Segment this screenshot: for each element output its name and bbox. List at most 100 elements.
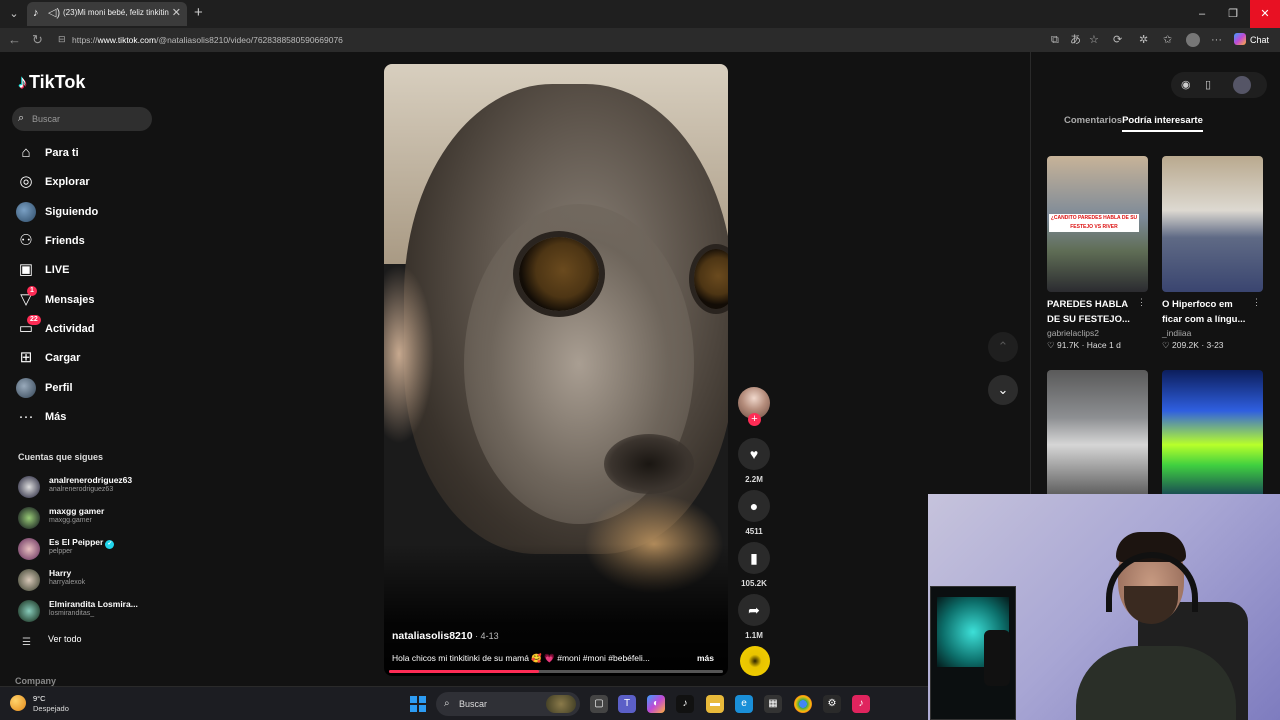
like-button[interactable]: ♥ 2.2M	[738, 438, 770, 484]
tiktok-favicon-icon: ♪	[33, 7, 39, 19]
phone-icon[interactable]: ▯	[1205, 77, 1211, 93]
share-count: 1.1M	[745, 631, 763, 640]
card-more-icon[interactable]: ⋮	[1137, 297, 1146, 308]
previous-video-chevron-up-icon[interactable]: ⌃	[988, 332, 1018, 362]
favorite-star-icon[interactable]: ☆	[1089, 33, 1099, 47]
microsoft-store-icon[interactable]: ▦	[764, 695, 782, 713]
speaker-icon[interactable]: ◁)	[48, 7, 60, 19]
tiktok-logo[interactable]: ♪ TikTok	[18, 72, 85, 94]
next-video-chevron-down-icon[interactable]: ⌄	[988, 375, 1018, 405]
card-stats: ♡ 91.7K · Hace 1 d	[1047, 340, 1121, 350]
taskbar-search-input[interactable]: ⌕ Buscar	[436, 692, 580, 716]
share-button[interactable]: ➦ 1.1M	[738, 594, 770, 640]
share-arrow-icon: ➦	[738, 594, 770, 626]
open-in-app-icon[interactable]: ⧉	[1051, 33, 1059, 47]
browser-tab[interactable]: ♪ ◁) (23)Mi moni bebé, feliz tinkitinki …	[27, 2, 187, 26]
avatar	[18, 538, 40, 560]
music-disc-icon[interactable]	[740, 646, 770, 676]
profile-avatar-icon[interactable]	[1186, 33, 1200, 47]
video-date: · 4-13	[472, 631, 499, 641]
panel-toolbar: ◉ ▯	[1171, 72, 1267, 98]
upload-plus-icon: ⊞	[19, 349, 33, 366]
nav-live[interactable]: ▣ LIVE	[16, 258, 156, 282]
compass-icon: ◎	[19, 173, 33, 190]
video-thumbnail	[1162, 156, 1263, 292]
copilot-chat-button[interactable]: Chat	[1234, 31, 1269, 49]
chrome-icon[interactable]	[794, 695, 812, 713]
nav-messages[interactable]: ▽ 1 Mensajes	[16, 286, 156, 312]
recommended-video-card[interactable]: O Hiperfoco em ficar com a língu... ⋮ _i…	[1162, 156, 1263, 351]
compass-icon[interactable]: ◉	[1181, 77, 1191, 93]
company-link[interactable]: Company	[15, 676, 56, 686]
tab-close-icon[interactable]: ✕	[172, 7, 181, 19]
weather-condition: Despejado	[33, 704, 69, 713]
tab-comments[interactable]: Comentarios	[1064, 115, 1122, 130]
url-field[interactable]: ⊟ https://www.tiktok.com/@nataliasolis82…	[56, 31, 1056, 49]
bookmark-icon: ▮	[738, 542, 770, 574]
tiktok-app-icon[interactable]: ♪	[676, 695, 694, 713]
nav-friends[interactable]: ⚇ Friends	[16, 229, 156, 253]
minimize-button[interactable]: –	[1187, 0, 1217, 28]
nav-activity[interactable]: ▭ 22 Actividad	[16, 315, 156, 341]
card-stats: ♡ 209.2K · 3-23	[1162, 340, 1224, 350]
follow-plus-icon[interactable]: +	[748, 413, 761, 426]
maximize-button[interactable]: ❐	[1218, 0, 1248, 28]
tab-recommended[interactable]: Podría interesarte	[1122, 115, 1203, 132]
nav-following[interactable]: Siguiendo	[16, 200, 156, 224]
heart-icon: ♥	[738, 438, 770, 470]
site-info-icon[interactable]: ⊟	[58, 34, 66, 45]
task-view-icon[interactable]: ▢	[590, 695, 608, 713]
nav-more[interactable]: ··· Más	[16, 405, 156, 429]
followed-account[interactable]: Es El Peipper ✓ pelpper	[18, 536, 158, 562]
card-author: _indiiaa	[1162, 328, 1192, 338]
file-explorer-icon[interactable]: ▬	[706, 695, 724, 713]
search-input[interactable]: ⌕ Buscar	[12, 107, 152, 131]
recommended-video-card[interactable]	[1162, 370, 1263, 506]
nav-for-you[interactable]: ⌂ Para ti	[16, 141, 156, 165]
back-icon[interactable]: ←	[8, 32, 21, 48]
search-placeholder: Buscar	[32, 114, 61, 124]
following-accounts-header: Cuentas que sigues	[18, 452, 104, 462]
edge-browser-icon[interactable]: e	[735, 695, 753, 713]
card-more-icon[interactable]: ⋮	[1252, 297, 1261, 308]
user-avatar-icon[interactable]	[1233, 76, 1251, 94]
followed-account[interactable]: Harry harryalexok	[18, 567, 158, 593]
tiktok-live-icon[interactable]: ♪	[852, 695, 870, 713]
refresh-extension-icon[interactable]: ⟳	[1113, 33, 1122, 47]
video-progress-bar[interactable]	[389, 670, 723, 673]
nav-explore[interactable]: ◎ Explorar	[16, 170, 156, 194]
tab-list-chevron-icon[interactable]: ⌄	[6, 6, 22, 22]
search-icon: ⌕	[18, 112, 25, 124]
extensions-icon[interactable]: ✲	[1139, 33, 1148, 47]
profile-avatar-icon	[16, 378, 36, 398]
activity-badge: 22	[27, 315, 41, 325]
nav-profile[interactable]: Perfil	[16, 376, 156, 400]
video-player[interactable]: nataliasolis8210 · 4-13 Hola chicos mi t…	[384, 64, 728, 676]
more-menu-icon[interactable]: ···	[1211, 33, 1222, 47]
streamer-body	[1076, 646, 1236, 720]
friends-icon: ⚇	[19, 232, 33, 249]
search-icon: ⌕	[444, 698, 450, 709]
translate-icon[interactable]: あ	[1070, 33, 1081, 47]
comment-button[interactable]: ● 4511	[738, 490, 770, 536]
video-author[interactable]: nataliasolis8210 · 4-13	[392, 630, 499, 642]
settings-gear-icon[interactable]: ⚙	[823, 695, 841, 713]
windows-start-icon[interactable]	[410, 696, 426, 712]
recommended-video-card[interactable]	[1047, 370, 1148, 506]
nav-upload[interactable]: ⊞ Cargar	[16, 346, 156, 370]
new-tab-button[interactable]: +	[194, 5, 203, 21]
followed-account[interactable]: Elmirandita Losmira... losmiranditas_	[18, 598, 158, 624]
microphone	[984, 630, 1010, 686]
avatar	[18, 507, 40, 529]
copilot-app-icon[interactable]: ◐	[647, 695, 665, 713]
save-button[interactable]: ▮ 105.2K	[738, 542, 770, 588]
close-window-button[interactable]: ✕	[1250, 0, 1280, 28]
teams-icon[interactable]: T	[618, 695, 636, 713]
followed-account[interactable]: analrenerodriguez63 analrenerodriguez63	[18, 474, 158, 500]
favorites-icon[interactable]: ✩	[1163, 33, 1172, 47]
more-link[interactable]: más	[697, 653, 714, 663]
see-all-button[interactable]: ☰ Ver todo	[22, 632, 82, 648]
followed-account[interactable]: maxgg gamer maxgg.gamer	[18, 505, 158, 531]
recommended-video-card[interactable]: ¿CANDITO PAREDES HABLA DE SU FESTEJO VS …	[1047, 156, 1148, 351]
reload-icon[interactable]: ↻	[32, 32, 43, 48]
